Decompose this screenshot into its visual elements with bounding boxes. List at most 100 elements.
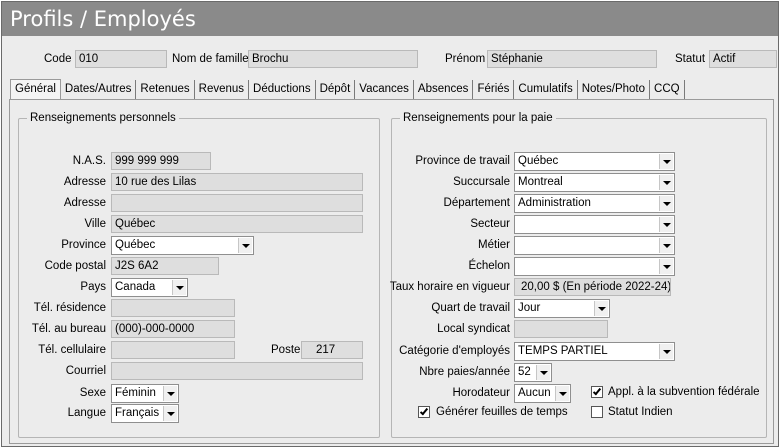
- taux-label: Taux horaire en vigueur: [389, 281, 510, 293]
- generer-feuilles-checkbox[interactable]: [418, 406, 430, 418]
- code-label: Code: [44, 53, 72, 65]
- employee-profile-window: Profils / Employés Code 010 Nom de famil…: [1, 1, 779, 447]
- tel-res-field[interactable]: [111, 299, 235, 317]
- chevron-down-icon[interactable]: [659, 217, 673, 232]
- province-label: Province: [61, 239, 106, 251]
- tel-cell-field[interactable]: [111, 341, 235, 359]
- sexe-select[interactable]: Féminin: [111, 384, 179, 403]
- statut-indien-checkbox[interactable]: [591, 406, 603, 418]
- horodateur-select[interactable]: Aucun: [514, 384, 571, 403]
- chevron-down-icon[interactable]: [555, 386, 569, 401]
- tab-general[interactable]: Général: [10, 79, 61, 101]
- chevron-down-icon[interactable]: [163, 386, 177, 401]
- courriel-field[interactable]: [111, 362, 363, 380]
- categorie-select[interactable]: TEMPS PARTIEL: [514, 342, 675, 361]
- taux-field: 20,00 $ (En période 2022-24): [514, 278, 671, 296]
- tab-revenus[interactable]: Revenus: [195, 80, 250, 100]
- chevron-down-icon[interactable]: [659, 344, 673, 359]
- quart-value: Jour: [518, 302, 541, 314]
- chevron-down-icon[interactable]: [163, 406, 177, 421]
- echelon-select[interactable]: [514, 257, 675, 276]
- province-travail-select[interactable]: Québec: [514, 152, 675, 171]
- secteur-select[interactable]: [514, 215, 675, 234]
- tab-cumulatifs[interactable]: Cumulatifs: [514, 80, 578, 100]
- tab-retenues[interactable]: Retenues: [136, 80, 195, 100]
- tel-bur-label: Tél. au bureau: [31, 323, 106, 335]
- departement-select[interactable]: Administration: [514, 194, 675, 213]
- tel-bur-field[interactable]: (000)-000-0000: [111, 320, 235, 338]
- metier-select[interactable]: [514, 236, 675, 255]
- pays-label: Pays: [80, 281, 106, 293]
- poste-label: Poste: [271, 344, 301, 356]
- chevron-down-icon[interactable]: [594, 301, 608, 316]
- tab-depot[interactable]: Dépôt: [316, 80, 356, 100]
- nbre-value: 52: [518, 366, 531, 378]
- ville-field[interactable]: Québec: [111, 215, 363, 233]
- categorie-label: Catégorie d'employés: [399, 345, 510, 357]
- nas-label: N.A.S.: [72, 155, 106, 167]
- chevron-down-icon[interactable]: [536, 365, 550, 380]
- sexe-label: Sexe: [79, 387, 106, 399]
- tab-vacances[interactable]: Vacances: [355, 80, 414, 100]
- prenom-field[interactable]: Stéphanie: [487, 50, 657, 68]
- tab-dates-autres[interactable]: Dates/Autres: [61, 80, 137, 100]
- succursale-value: Montreal: [518, 176, 563, 188]
- adresse1-label: Adresse: [63, 176, 106, 188]
- pays-select[interactable]: Canada: [111, 278, 188, 297]
- province-select[interactable]: Québec: [111, 236, 254, 255]
- succursale-label: Succursale: [453, 176, 510, 188]
- chevron-down-icon[interactable]: [659, 175, 673, 190]
- tab-absences[interactable]: Absences: [414, 80, 474, 100]
- courriel-label: Courriel: [65, 365, 106, 377]
- nom-field[interactable]: Brochu: [248, 50, 418, 68]
- nas-field[interactable]: 999 999 999: [111, 152, 211, 170]
- secteur-label: Secteur: [470, 218, 510, 230]
- ville-label: Ville: [84, 218, 106, 230]
- tab-deductions[interactable]: Déductions: [249, 80, 316, 100]
- appl-subvention-label: Appl. à la subvention fédérale: [608, 386, 760, 398]
- tab-notes-photo[interactable]: Notes/Photo: [578, 80, 651, 100]
- tel-cell-label: Tél. cellulaire: [38, 344, 106, 356]
- langue-select-value: Français: [115, 407, 160, 419]
- payroll-info-title: Renseignements pour la paie: [400, 111, 556, 125]
- nbre-select[interactable]: 52: [514, 363, 552, 382]
- chevron-down-icon[interactable]: [659, 196, 673, 211]
- adresse1-field[interactable]: 10 rue des Lilas: [111, 173, 363, 191]
- langue-select[interactable]: Français: [111, 404, 179, 423]
- chevron-down-icon[interactable]: [659, 238, 673, 253]
- province-select-value: Québec: [115, 239, 156, 251]
- cp-field[interactable]: J2S 6A2: [111, 257, 219, 275]
- tab-bar: Général Dates/Autres Retenues Revenus Dé…: [10, 79, 685, 101]
- statut-field[interactable]: Actif: [709, 50, 777, 68]
- chevron-down-icon[interactable]: [238, 238, 252, 253]
- window-title: Profils / Employés: [2, 2, 778, 36]
- departement-value: Administration: [518, 197, 591, 209]
- tab-ccq[interactable]: CCQ: [650, 80, 685, 100]
- pays-select-value: Canada: [115, 281, 156, 293]
- tab-feries[interactable]: Fériés: [473, 80, 515, 100]
- echelon-label: Échelon: [468, 260, 510, 272]
- province-travail-label: Province de travail: [415, 155, 510, 167]
- code-field[interactable]: 010: [75, 50, 167, 68]
- prenom-label: Prénom: [445, 53, 486, 65]
- adresse2-field[interactable]: [111, 194, 363, 212]
- nbre-label: Nbre paies/année: [419, 366, 510, 378]
- appl-subvention-checkbox[interactable]: [591, 386, 603, 398]
- langue-label: Langue: [67, 407, 106, 419]
- sexe-select-value: Féminin: [115, 387, 156, 399]
- local-label: Local syndicat: [437, 323, 510, 335]
- succursale-select[interactable]: Montreal: [514, 173, 675, 192]
- poste-field[interactable]: 217: [301, 341, 363, 359]
- local-field[interactable]: [514, 320, 608, 338]
- chevron-down-icon[interactable]: [659, 154, 673, 169]
- statut-indien-label: Statut Indien: [608, 406, 673, 418]
- chevron-down-icon[interactable]: [659, 259, 673, 274]
- horodateur-value: Aucun: [518, 387, 551, 399]
- chevron-down-icon[interactable]: [172, 280, 186, 295]
- categorie-value: TEMPS PARTIEL: [518, 345, 608, 357]
- checkmark-icon: [419, 406, 429, 416]
- quart-label: Quart de travail: [431, 302, 510, 314]
- province-travail-value: Québec: [518, 155, 559, 167]
- quart-select[interactable]: Jour: [514, 299, 610, 318]
- nom-label: Nom de famille: [172, 53, 249, 65]
